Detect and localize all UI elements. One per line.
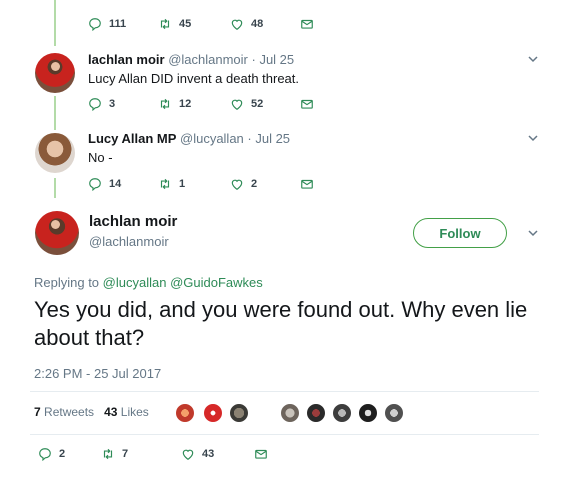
retweets-count: 7 (34, 405, 41, 419)
liker-avatar[interactable] (306, 403, 326, 423)
retweet-icon (103, 448, 113, 460)
like-button[interactable]: 43 (181, 447, 254, 461)
mention-link[interactable]: @lucyallan (103, 275, 167, 290)
tweet1-header: lachlan moir @lachlanmoir · Jul 25 (88, 52, 294, 67)
reply-button[interactable]: 3 (88, 97, 158, 111)
top-tweet-actions: 111 45 48 (88, 16, 321, 32)
like-button[interactable]: 52 (230, 97, 300, 111)
tweet-date[interactable]: · Jul 25 (252, 52, 295, 67)
main-tweet-actions: 2 7 43 (38, 446, 275, 462)
retweet-button[interactable]: 7 (101, 447, 181, 461)
avatar[interactable] (35, 53, 75, 93)
divider (30, 391, 539, 392)
handle[interactable]: @lucyallan (180, 131, 244, 146)
retweet-button[interactable]: 12 (158, 97, 230, 111)
main-handle[interactable]: @lachlanmoir (89, 234, 169, 249)
display-name[interactable]: Lucy Allan MP (88, 131, 176, 146)
retweets-stat[interactable]: 7 Retweets (34, 405, 94, 419)
divider (30, 434, 539, 435)
tweet2-header: Lucy Allan MP @lucyallan · Jul 25 (88, 131, 290, 146)
replying-prefix: Replying to (34, 275, 100, 290)
like-button[interactable]: 48 (230, 17, 300, 31)
likes-count: 43 (104, 405, 118, 419)
heart-icon (231, 179, 243, 190)
mention-link[interactable]: @GuidoFawkes (170, 275, 263, 290)
heart-icon (182, 449, 194, 460)
retweet-icon (160, 98, 170, 110)
chevron-down-icon[interactable] (528, 228, 538, 238)
main-display-name[interactable]: lachlan moir (89, 213, 177, 230)
reply-icon (89, 18, 101, 31)
replying-to: Replying to @lucyallan @GuidoFawkes (34, 275, 263, 290)
thread-line-bottom (54, 178, 56, 198)
message-button[interactable] (300, 97, 321, 111)
follow-button[interactable]: Follow (413, 218, 507, 248)
reply-count: 2 (59, 448, 66, 460)
tweet2-text: No - (88, 150, 113, 165)
reply-count: 3 (109, 98, 116, 110)
heart-icon (231, 99, 243, 110)
handle[interactable]: @lachlanmoir (168, 52, 248, 67)
chevron-down-icon[interactable] (528, 54, 538, 64)
retweet-count: 12 (179, 98, 192, 110)
liker-avatar[interactable] (358, 403, 378, 423)
heart-icon (231, 19, 243, 30)
liker-avatar[interactable] (332, 403, 352, 423)
tweet1-actions: 3 12 52 (88, 96, 321, 112)
reply-count: 111 (109, 18, 127, 30)
message-button[interactable] (300, 177, 321, 191)
retweet-icon (160, 178, 170, 190)
engagement-stats: 7 Retweets 43 Likes (34, 405, 149, 419)
reply-icon (89, 98, 101, 111)
likes-label: Likes (120, 405, 149, 419)
reply-count: 14 (109, 178, 122, 190)
retweet-button[interactable]: 45 (158, 17, 230, 31)
reply-button[interactable]: 2 (38, 447, 101, 461)
avatar[interactable] (35, 133, 75, 173)
like-button[interactable]: 2 (230, 177, 300, 191)
message-icon (301, 179, 313, 189)
retweet-count: 7 (122, 448, 129, 460)
reply-icon (39, 448, 51, 461)
tweet2-actions: 14 1 2 (88, 176, 321, 192)
display-name[interactable]: lachlan moir (88, 52, 165, 67)
message-icon (301, 99, 313, 109)
retweet-icon (160, 18, 170, 30)
like-count: 48 (251, 18, 264, 30)
like-count: 2 (251, 178, 258, 190)
avatar[interactable] (35, 211, 79, 255)
message-button[interactable] (300, 17, 321, 31)
main-tweet-text: Yes you did, and you were found out. Why… (34, 297, 528, 350)
liker-avatar[interactable] (384, 403, 404, 423)
reply-button[interactable]: 111 (88, 17, 158, 31)
likes-stat[interactable]: 43 Likes (104, 405, 149, 419)
reply-button[interactable]: 14 (88, 177, 158, 191)
tweet1-text: Lucy Allan DID invent a death threat. (88, 71, 300, 86)
thread-line-mid (54, 96, 56, 130)
message-icon (301, 19, 313, 29)
like-count: 43 (202, 448, 215, 460)
reply-icon (89, 178, 101, 191)
tweet-date[interactable]: · Jul 25 (247, 131, 290, 146)
message-button[interactable] (254, 447, 275, 461)
tweet-timestamp[interactable]: 2:26 PM - 25 Jul 2017 (34, 366, 161, 381)
thread-line-top (54, 0, 56, 46)
retweet-count: 1 (179, 178, 186, 190)
chevron-down-icon[interactable] (528, 133, 538, 143)
message-icon (255, 449, 267, 459)
like-count: 52 (251, 98, 264, 110)
liker-avatar[interactable] (229, 403, 249, 423)
retweet-button[interactable]: 1 (158, 177, 230, 191)
liker-avatar[interactable] (175, 403, 195, 423)
retweets-label: Retweets (44, 405, 95, 419)
retweet-count: 45 (179, 18, 192, 30)
liker-avatar[interactable] (280, 403, 300, 423)
liker-avatar[interactable] (203, 403, 223, 423)
